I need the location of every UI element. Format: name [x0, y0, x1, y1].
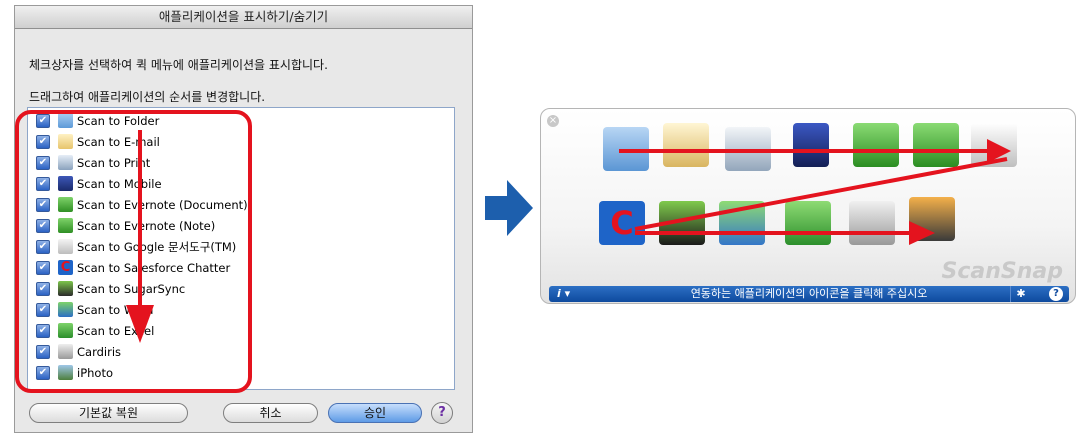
restore-default-button[interactable]: 기본값 복원	[29, 403, 188, 423]
help-icon[interactable]: ?	[1049, 287, 1063, 301]
description-check: 체크상자를 선택하여 퀵 메뉴에 애플리케이션을 표시합니다.	[29, 58, 328, 72]
annotation-order-path	[619, 139, 1011, 245]
description-drag: 드래그하여 애플리케이션의 순서를 변경합니다.	[29, 90, 266, 104]
quick-menu-status-bar: i ▾ 연동하는 애플리케이션의 아이콘을 클릭해 주십시오 ✱ ?	[549, 286, 1069, 302]
status-text: 연동하는 애플리케이션의 아이콘을 클릭해 주십시오	[690, 287, 928, 300]
dialog-title: 애플리케이션을 표시하기/숨기기	[15, 6, 472, 29]
transition-arrow-icon	[485, 180, 533, 236]
annotation-down-arrow	[126, 130, 154, 343]
gear-icon[interactable]: ✱	[1010, 286, 1031, 302]
scansnap-quick-menu: × C ScanSnap i ▾ 연동하는 애플리케이션의 아이콘을 클릭해 주…	[540, 108, 1076, 304]
cancel-button[interactable]: 취소	[223, 403, 318, 423]
ok-button[interactable]: 승인	[328, 403, 422, 423]
help-button[interactable]: ?	[431, 402, 453, 424]
